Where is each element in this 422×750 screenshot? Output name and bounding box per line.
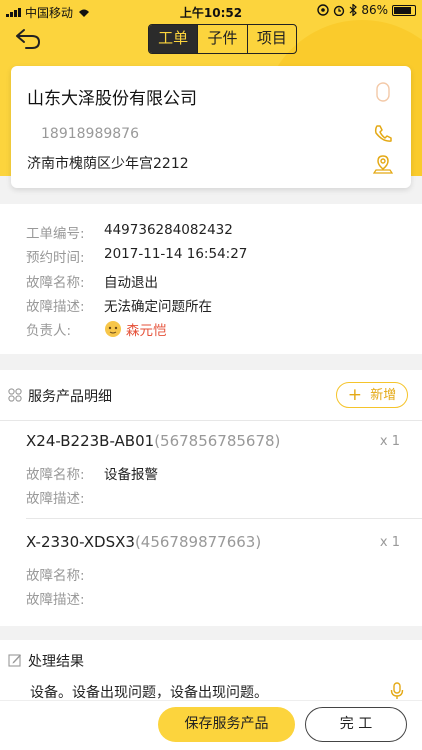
customer-avatar-icon[interactable] [373,82,393,102]
service-quantity: x 1 [379,434,400,449]
customer-card: 山东大泽股份有限公司 18918989876 济南市槐荫区少年宫2212 [11,66,411,188]
work-order-details: 工单编号: 449736284082432 预约时间: 2017-11-14 1… [0,204,422,354]
fault-name-label: 故障名称: [26,568,85,584]
divider [26,518,422,519]
grid-icon [8,388,22,402]
complete-button[interactable]: 完 工 [305,707,407,742]
service-serial: (567856785678) [154,432,281,450]
tab-subparts[interactable]: 子件 [197,25,246,53]
fault-name: 自动退出 [104,275,158,291]
battery-percent: 86% [361,3,388,17]
tab-work-order[interactable]: 工单 [149,25,198,53]
processing-result: 处理结果 设备。设备出现问题，设备出现问题。 [0,640,422,702]
plus-icon: + [347,385,363,405]
fault-desc-label: 故障描述: [26,491,85,507]
detail-row: 负责人: 森元恺 [26,319,167,339]
customer-phone: 18918989876 [41,126,139,142]
detail-row: 工单编号: 449736284082432 [26,222,233,242]
microphone-icon[interactable] [390,682,404,700]
company-name: 山东大泽股份有限公司 [27,89,197,109]
save-service-button[interactable]: 保存服务产品 [158,707,295,742]
service-item-name: X24-B223B-AB01(567856785678) [26,432,280,450]
bottom-action-bar: 保存服务产品 完 工 [0,700,422,750]
owner-avatar-icon [105,321,121,337]
add-label: 新增 [370,388,397,403]
phone-icon[interactable] [373,124,393,144]
service-item-name: X-2330-XDSX3(456789877663) [26,533,261,551]
detail-label: 故障描述: [26,299,85,315]
service-fault-name: 设备报警 [104,467,158,483]
detail-row: 故障描述: 无法确定问题所在 [26,295,212,315]
alarm-icon [334,5,345,16]
back-icon[interactable] [14,28,42,50]
divider [0,420,422,421]
detail-label: 预约时间: [26,250,85,266]
add-service-button[interactable]: + 新增 [336,382,408,408]
service-quantity: x 1 [379,535,400,550]
service-serial: (456789877663) [134,533,262,551]
result-text-field[interactable]: 设备。设备出现问题，设备出现问题。 [30,682,268,702]
fault-description: 无法确定问题所在 [104,299,212,315]
service-model: X-2330-XDSX3 [26,533,135,551]
owner[interactable]: 森元恺 [104,319,167,339]
owner-name: 森元恺 [126,323,167,339]
tab-bar: 工单 子件 项目 [148,24,297,54]
fault-desc-label: 故障描述: [26,592,85,608]
detail-label: 工单编号: [26,226,85,242]
appointment-time: 2017-11-14 16:54:27 [104,246,248,262]
detail-label: 故障名称: [26,275,85,291]
detail-label: 负责人: [26,323,72,339]
status-bar: 中国移动 上午10:52 86% [0,0,422,22]
orientation-lock-icon [317,4,330,16]
detail-row: 预约时间: 2017-11-14 16:54:27 [26,246,247,266]
work-order-number: 449736284082432 [104,222,233,238]
battery-icon [392,4,416,16]
service-products: 服务产品明细 + 新增 X24-B223B-AB01(567856785678)… [0,370,422,626]
service-model: X24-B223B-AB01 [26,432,155,450]
tab-project[interactable]: 项目 [246,25,296,53]
location-icon[interactable] [373,154,393,174]
fault-name-label: 故障名称: [26,467,85,483]
detail-row: 故障名称: 自动退出 [26,271,158,291]
bluetooth-icon [349,4,358,16]
edit-icon [8,654,21,667]
customer-address: 济南市槐荫区少年宫2212 [27,156,189,172]
result-title: 处理结果 [28,654,84,670]
service-products-title: 服务产品明细 [28,389,112,405]
